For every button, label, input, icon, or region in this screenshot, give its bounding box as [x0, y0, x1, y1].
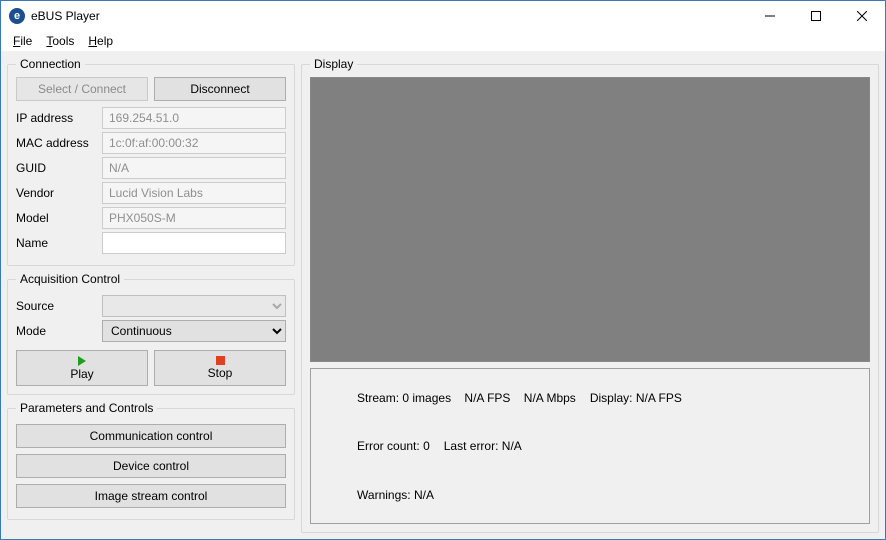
maximize-button[interactable]	[793, 1, 839, 31]
play-icon	[78, 356, 86, 366]
right-column: Display Stream: 0 images N/A FPS N/A Mbp…	[301, 57, 879, 533]
ip-address-field	[102, 107, 286, 129]
status-line-1: Stream: 0 images N/A FPS N/A MbpsDisplay…	[317, 373, 863, 422]
maximize-icon	[811, 11, 821, 21]
source-label: Source	[16, 299, 96, 313]
app-icon: e	[9, 8, 25, 24]
display-legend: Display	[310, 57, 357, 71]
parameters-group: Parameters and Controls Communication co…	[7, 401, 295, 520]
select-connect-button[interactable]: Select / Connect	[16, 77, 148, 101]
parameters-legend: Parameters and Controls	[16, 401, 157, 415]
connection-group: Connection Select / Connect Disconnect I…	[7, 57, 295, 266]
close-button[interactable]	[839, 1, 885, 31]
mac-address-field	[102, 132, 286, 154]
guid-field	[102, 157, 286, 179]
left-column: Connection Select / Connect Disconnect I…	[7, 57, 295, 533]
name-label: Name	[16, 236, 96, 250]
acquisition-group: Acquisition Control Source Mode Continuo…	[7, 272, 295, 395]
vendor-field	[102, 182, 286, 204]
image-stream-control-button[interactable]: Image stream control	[16, 484, 286, 508]
source-select[interactable]	[102, 295, 286, 317]
disconnect-button[interactable]: Disconnect	[154, 77, 286, 101]
status-line-3: Warnings: N/A	[317, 470, 863, 519]
model-label: Model	[16, 211, 96, 225]
vendor-label: Vendor	[16, 186, 96, 200]
guid-label: GUID	[16, 161, 96, 175]
mode-select[interactable]: Continuous	[102, 320, 286, 342]
status-box: Stream: 0 images N/A FPS N/A MbpsDisplay…	[310, 368, 870, 524]
mode-label: Mode	[16, 324, 96, 338]
minimize-icon	[765, 11, 775, 21]
status-line-2: Error count: 0Last error: N/A	[317, 422, 863, 471]
window-title: eBUS Player	[31, 9, 100, 23]
mac-address-label: MAC address	[16, 136, 96, 150]
connection-legend: Connection	[16, 57, 85, 71]
menu-file[interactable]: File	[7, 32, 38, 50]
display-canvas	[310, 77, 870, 362]
ip-address-label: IP address	[16, 111, 96, 125]
app-window: e eBUS Player File Tools Help Connection…	[0, 0, 886, 540]
name-field[interactable]	[102, 232, 286, 254]
acquisition-legend: Acquisition Control	[16, 272, 124, 286]
minimize-button[interactable]	[747, 1, 793, 31]
content-area: Connection Select / Connect Disconnect I…	[1, 51, 885, 539]
display-group: Display Stream: 0 images N/A FPS N/A Mbp…	[301, 57, 879, 533]
stop-button[interactable]: Stop	[154, 350, 286, 386]
titlebar: e eBUS Player	[1, 1, 885, 31]
stop-icon	[216, 356, 225, 365]
device-control-button[interactable]: Device control	[16, 454, 286, 478]
play-button[interactable]: Play	[16, 350, 148, 386]
menu-tools[interactable]: Tools	[40, 32, 80, 50]
menu-help[interactable]: Help	[82, 32, 119, 50]
communication-control-button[interactable]: Communication control	[16, 424, 286, 448]
menubar: File Tools Help	[1, 31, 885, 51]
model-field	[102, 207, 286, 229]
play-button-label: Play	[70, 367, 93, 381]
close-icon	[857, 11, 867, 21]
stop-button-label: Stop	[208, 366, 233, 380]
